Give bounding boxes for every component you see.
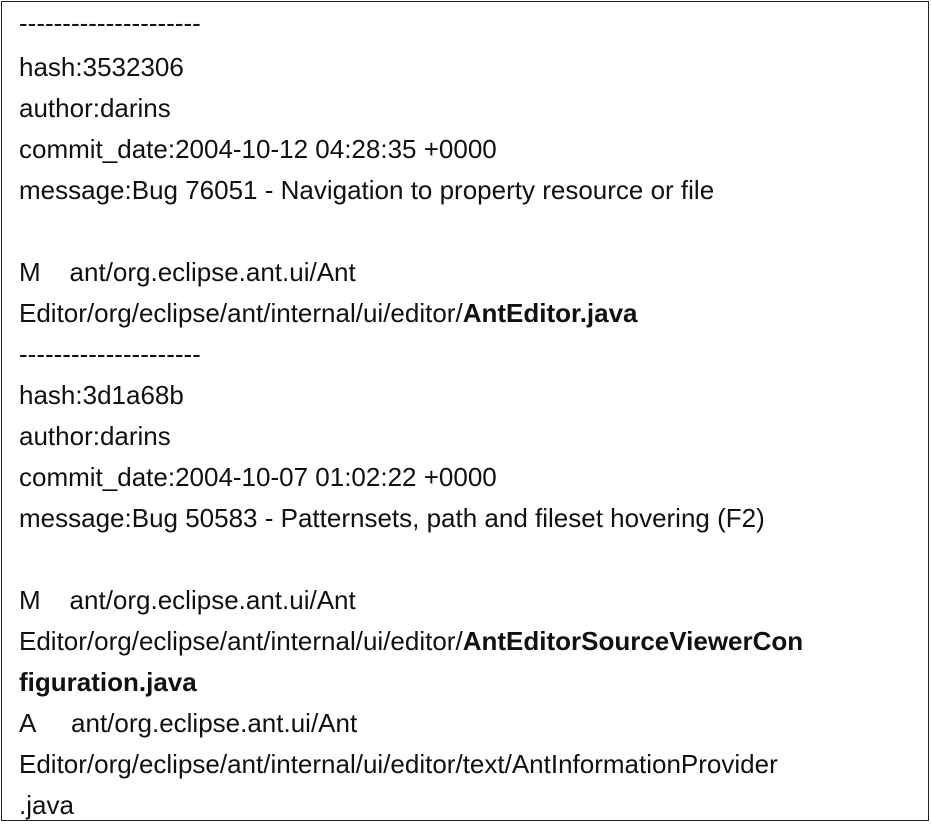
file-name: AntEditorSourceViewerCon: [462, 626, 804, 656]
commit-message: message:Bug 50583 - Patternsets, path an…: [19, 503, 765, 533]
commit-author: author:darins: [19, 93, 171, 123]
commit-author: author:darins: [19, 421, 171, 451]
file-name-continuation: figuration.java: [19, 667, 197, 697]
file-change-path: Editor/org/eclipse/ant/internal/ui/edito…: [19, 298, 638, 328]
file-path-prefix: Editor/org/eclipse/ant/internal/ui/edito…: [19, 298, 463, 328]
commit-date: commit_date:2004-10-12 04:28:35 +0000: [19, 134, 497, 164]
separator-line: ---------------------: [19, 339, 201, 369]
file-name: AntEditor.java: [462, 298, 638, 328]
file-change-path: Editor/org/eclipse/ant/internal/ui/edito…: [19, 626, 803, 656]
file-change-status-path: A ant/org.eclipse.ant.ui/Ant: [19, 708, 358, 738]
file-name-continuation: .java: [19, 790, 74, 820]
file-path-prefix: Editor/org/eclipse/ant/internal/ui/edito…: [19, 626, 463, 656]
file-change-status-path: M ant/org.eclipse.ant.ui/Ant: [19, 257, 356, 287]
commit-hash: hash:3532306: [19, 52, 184, 82]
commit-date: commit_date:2004-10-07 01:02:22 +0000: [19, 462, 497, 492]
file-change-status-path: M ant/org.eclipse.ant.ui/Ant: [19, 585, 356, 615]
commit-hash: hash:3d1a68b: [19, 380, 184, 410]
commit-message: message:Bug 76051 - Navigation to proper…: [19, 175, 715, 205]
commit-log-panel: --------------------- hash:3532306 autho…: [1, 1, 929, 821]
file-change-path: Editor/org/eclipse/ant/internal/ui/edito…: [19, 749, 778, 779]
separator-line: ---------------------: [19, 8, 201, 38]
